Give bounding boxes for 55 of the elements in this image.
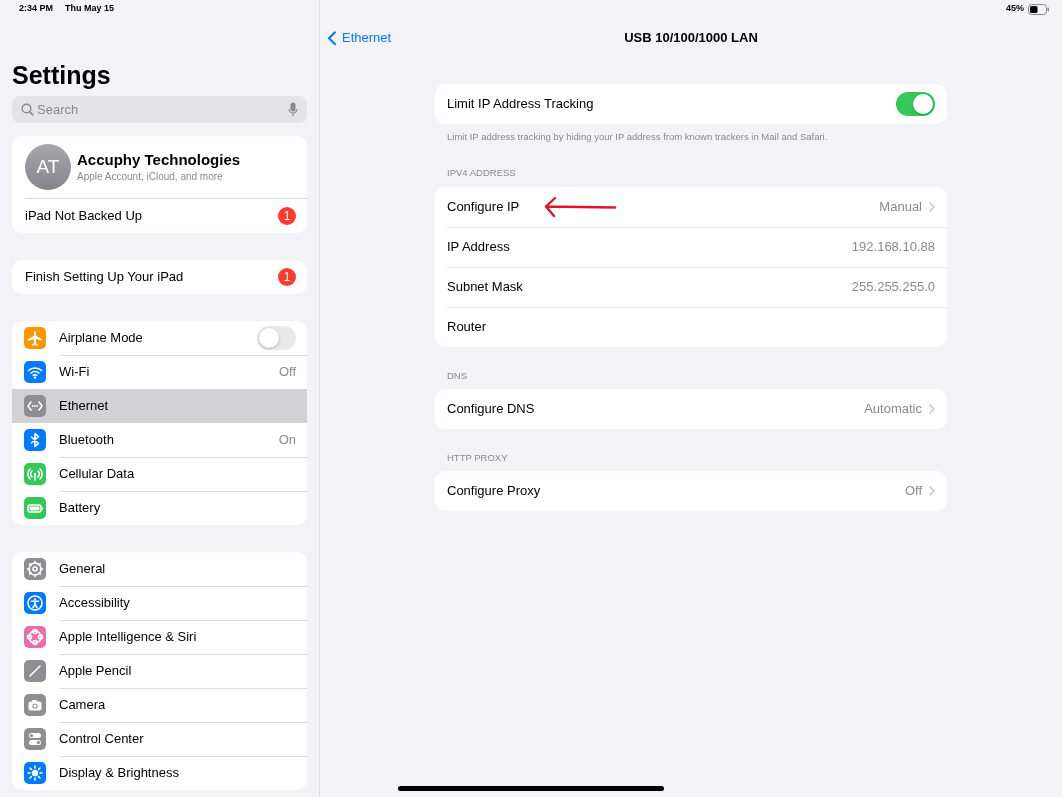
sidebar-item[interactable]: Apple Pencil — [12, 654, 307, 688]
account-name: Accuphy Technologies — [77, 150, 241, 169]
item-value: Off — [278, 363, 296, 382]
sidebar-item[interactable]: General — [12, 552, 307, 586]
section-footer: Limit IP address tracking by hiding your IP address from known trackers in Mail and Safari. — [435, 124, 947, 145]
back-button[interactable]: Ethernet — [328, 28, 392, 48]
list-item[interactable]: iPad Not Backed Up 1 — [12, 199, 307, 233]
settings-row[interactable]: Limit IP Address Tracking — [435, 84, 947, 124]
battery-percent: 45% — [1006, 2, 1024, 16]
account-subtitle: Apple Account, iCloud, and more — [77, 169, 224, 184]
sidebar-item[interactable]: Ethernet — [12, 389, 307, 423]
section-header: DNS — [446, 368, 469, 383]
page-title: Settings — [12, 60, 112, 90]
row-value: Off — [904, 482, 922, 501]
toggle-switch[interactable] — [257, 326, 296, 350]
battery-icon — [1028, 3, 1050, 15]
notification-badge: 1 — [278, 268, 296, 286]
search-icon — [21, 103, 34, 116]
row-value: 192.168.10.88 — [851, 237, 935, 256]
microphone-icon[interactable] — [288, 102, 298, 117]
item-value: On — [278, 431, 296, 450]
sidebar-item[interactable]: Bluetooth On — [12, 423, 307, 457]
sidebar-item[interactable]: Cellular Data — [12, 457, 307, 491]
chevron-icon — [929, 486, 935, 496]
notification-badge: 1 — [278, 207, 296, 225]
sidebar-item[interactable]: Camera — [12, 688, 307, 722]
settings-row: Router — [435, 306, 947, 347]
search-field[interactable]: Search — [12, 96, 307, 123]
list-item[interactable]: Finish Setting Up Your iPad 1 — [12, 260, 307, 294]
settings-row: Subnet Mask 255.255.255.0 — [435, 266, 947, 307]
chevron-icon — [929, 201, 935, 212]
row-value: Automatic — [864, 400, 922, 418]
chevron-icon — [929, 403, 935, 414]
row-value: Manual — [879, 197, 922, 216]
sidebar-item[interactable]: Airplane Mode — [12, 321, 307, 355]
nav-title: USB 10/100/1000 LAN — [624, 29, 758, 48]
section-header: IPV4 ADDRESS — [446, 166, 517, 181]
status-time: 2:34 PM — [19, 2, 53, 16]
sidebar-item[interactable]: Control Center — [12, 722, 307, 756]
sidebar-item[interactable]: Apple Intelligence & Siri — [12, 620, 307, 654]
sidebar-item[interactable]: Battery — [12, 491, 307, 525]
sidebar-item[interactable]: Accessibility — [12, 586, 307, 620]
settings-row[interactable]: Configure Proxy Off — [435, 471, 947, 511]
sidebar-item[interactable]: Wi-Fi Off — [12, 355, 307, 389]
section-header: HTTP PROXY — [446, 450, 509, 465]
status-date: Thu May 15 — [65, 2, 115, 16]
settings-row: IP Address 192.168.10.88 — [435, 226, 947, 267]
avatar: AT — [25, 144, 71, 190]
settings-row[interactable]: Configure IP Manual — [435, 186, 947, 227]
toggle-switch[interactable] — [896, 92, 935, 116]
account-row[interactable]: AT Accuphy Technologies Apple Account, iCloud, and more — [12, 136, 307, 198]
row-value: 255.255.255.0 — [851, 277, 935, 296]
settings-row[interactable]: Configure DNS Automatic — [435, 388, 947, 429]
sidebar-item[interactable]: Display & Brightness — [12, 756, 307, 790]
chevron-left-icon — [328, 31, 336, 45]
